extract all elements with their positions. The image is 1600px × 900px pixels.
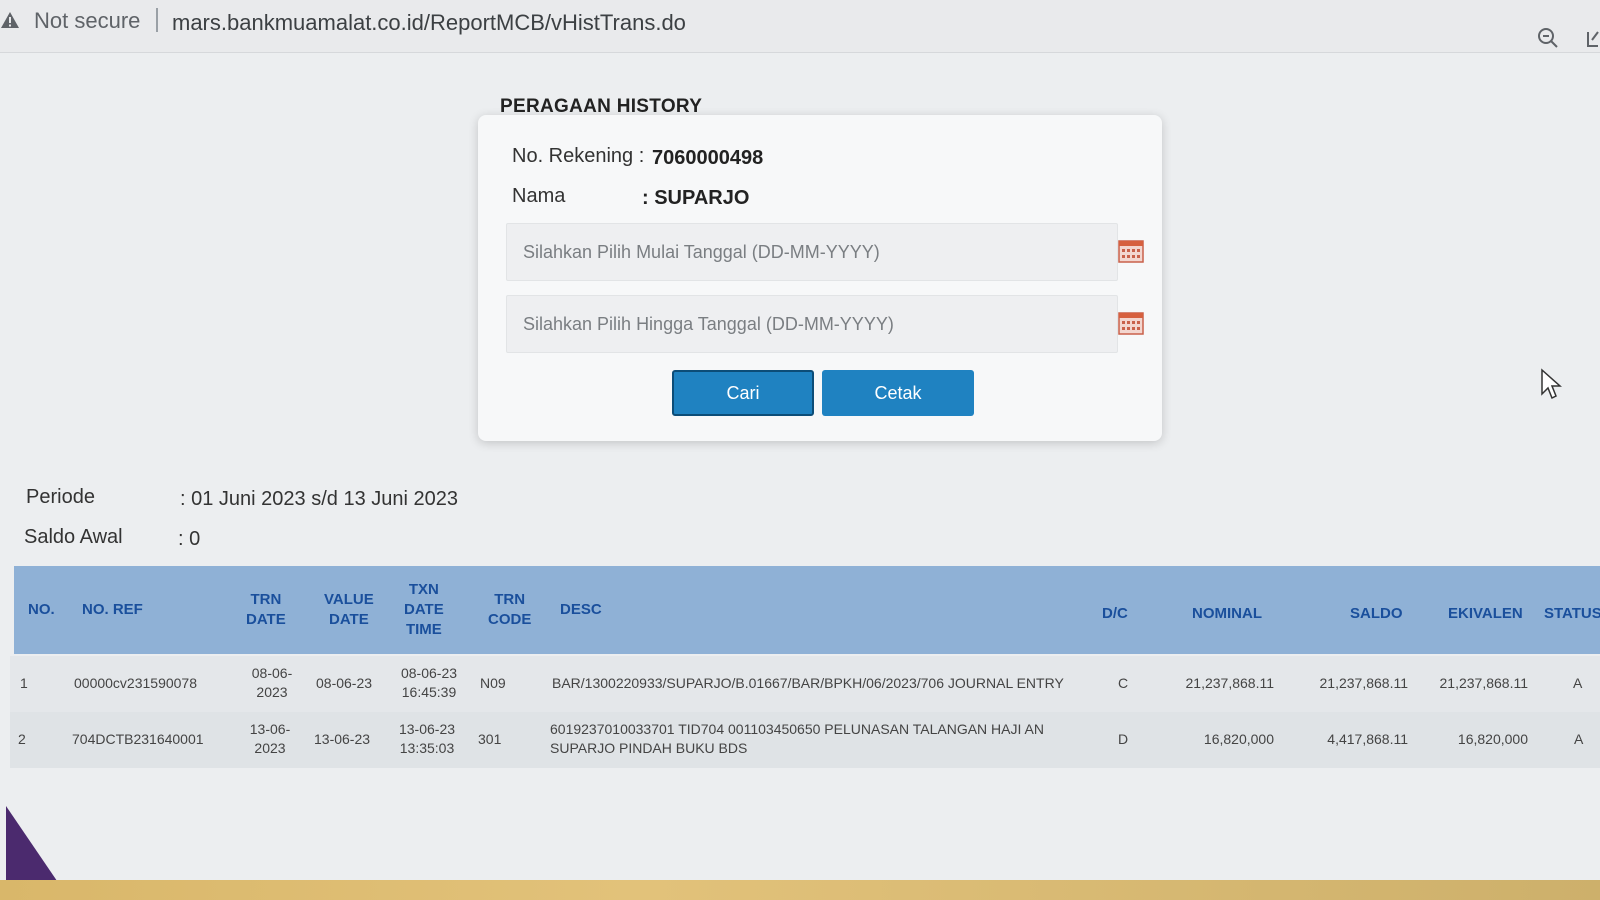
col-saldo: SALDO bbox=[1350, 605, 1403, 622]
cell-status: A bbox=[1573, 675, 1583, 691]
share-icon[interactable] bbox=[1586, 28, 1600, 48]
cell-txn-date-time: 08-06-23 16:45:39 bbox=[400, 665, 458, 700]
cell-trn-code: N09 bbox=[480, 675, 506, 691]
security-status[interactable]: Not secure bbox=[34, 8, 140, 34]
col-trn-date: TRN DATE bbox=[246, 591, 286, 628]
warning-triangle-icon bbox=[1, 12, 19, 28]
cell-ekivalen: 16,820,000 bbox=[1457, 731, 1528, 747]
table-row[interactable]: 2 704DCTB231640001 13-06- 2023 13-06-23 1… bbox=[10, 712, 1600, 768]
cell-status: A bbox=[1574, 731, 1584, 747]
name-label: Nama bbox=[512, 185, 566, 207]
cell-ref: 704DCTB231640001 bbox=[72, 731, 204, 747]
col-trn-code: TRN CODE bbox=[488, 591, 532, 628]
col-no: NO. bbox=[28, 601, 55, 618]
print-button[interactable]: Cetak bbox=[822, 370, 974, 416]
col-nominal: NOMINAL bbox=[1192, 605, 1262, 622]
opening-balance-value: : 0 bbox=[178, 528, 201, 550]
address-bar[interactable]: Not secure mars.bankmuamalat.co.id/Repor… bbox=[0, 0, 1600, 53]
cell-value-date: 13-06-23 bbox=[314, 731, 371, 747]
col-desc: DESC bbox=[560, 601, 602, 618]
cell-ref: 00000cv231590078 bbox=[74, 675, 198, 691]
cell-trn-date: 08-06- 2023 bbox=[251, 665, 293, 700]
transaction-table-header: NO. NO. REF TRN DATE VALUE DATE TXN DATE TIM… bbox=[14, 566, 1600, 654]
period-label: Periode bbox=[26, 486, 95, 508]
opening-balance-label: Saldo Awal bbox=[24, 526, 123, 548]
cell-value-date: 08-06-23 bbox=[316, 675, 373, 691]
cell-dc: D bbox=[1118, 731, 1129, 747]
mouse-pointer-icon bbox=[1541, 368, 1562, 400]
cell-txn-date-time: 13-06-23 13:35:03 bbox=[398, 721, 456, 756]
name-value: : SUPARJO bbox=[642, 187, 750, 209]
table-row[interactable]: 1 00000cv231590078 08-06- 2023 08-06-23 0… bbox=[10, 656, 1600, 712]
calendar-icon[interactable] bbox=[1118, 239, 1144, 263]
end-date-input[interactable] bbox=[506, 295, 1118, 353]
col-ref: NO. REF bbox=[82, 601, 143, 618]
account-number-label: No. Rekening : bbox=[512, 145, 645, 167]
cell-nominal: 16,820,000 bbox=[1203, 731, 1274, 747]
cell-saldo: 4,417,868.11 bbox=[1327, 731, 1408, 747]
start-date-input[interactable] bbox=[506, 223, 1118, 281]
col-dc: D/C bbox=[1102, 605, 1128, 622]
zoom-icon[interactable] bbox=[1536, 26, 1560, 50]
history-dialog: No. Rekening : 7060000498 Nama : SUPARJO… bbox=[478, 115, 1162, 441]
col-value-date: VALUE DATE bbox=[324, 591, 374, 628]
col-txn-date-time: TXN DATE TIME bbox=[404, 581, 444, 638]
col-status: STATUS bbox=[1544, 605, 1600, 622]
url-text[interactable]: mars.bankmuamalat.co.id/ReportMCB/vHistT… bbox=[172, 10, 686, 36]
address-separator bbox=[156, 8, 158, 32]
cell-desc: BAR/1300220933/SUPARJO/B.01667/BAR/BPKH/… bbox=[552, 675, 1064, 691]
calendar-icon[interactable] bbox=[1118, 311, 1144, 335]
cell-no: 2 bbox=[18, 731, 26, 747]
cell-ekivalen: 21,237,868.11 bbox=[1439, 675, 1529, 691]
account-number-value: 7060000498 bbox=[652, 147, 764, 169]
col-ekivalen: EKIVALEN bbox=[1448, 605, 1523, 622]
cell-dc: C bbox=[1118, 675, 1129, 691]
cell-nominal: 21,237,868.11 bbox=[1185, 675, 1275, 691]
cell-saldo: 21,237,868.11 bbox=[1319, 675, 1409, 691]
bottom-strip bbox=[0, 880, 1600, 900]
cell-desc: 6019237010033701 TID704 001103450650 PEL… bbox=[550, 721, 1044, 756]
cell-trn-code: 301 bbox=[478, 731, 502, 747]
search-button[interactable]: Cari bbox=[672, 370, 814, 416]
period-value: : 01 Juni 2023 s/d 13 Juni 2023 bbox=[180, 488, 458, 510]
cell-no: 1 bbox=[20, 675, 28, 691]
cell-trn-date: 13-06- 2023 bbox=[249, 721, 291, 756]
